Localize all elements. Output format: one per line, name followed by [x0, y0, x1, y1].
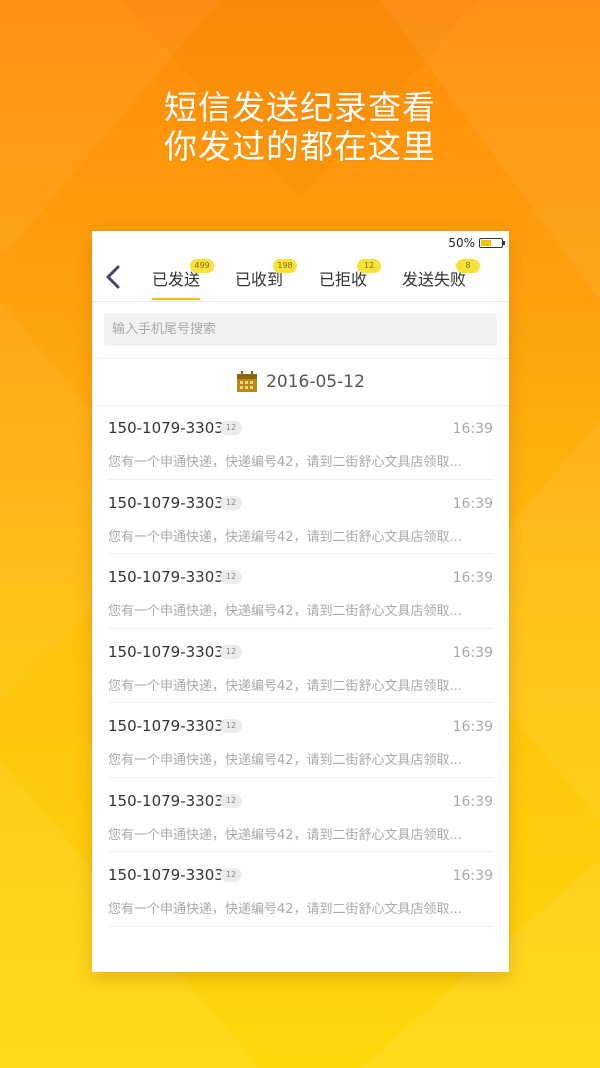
message-preview: 您有一个申通快递，快递编号42，请到二街舒心文具店领取... — [108, 455, 462, 470]
count-badge: 8 — [456, 259, 481, 273]
date-header: 2016-05-12 — [92, 358, 509, 406]
message-time: 16:39 — [452, 719, 493, 735]
tab-label: 已拒收 — [319, 270, 368, 289]
message-time: 16:39 — [452, 495, 493, 512]
message-item[interactable]: 150-1079-3303 12 16:39 您有一个申通快递，快递编号42，请… — [108, 703, 493, 778]
chevron-left-icon — [106, 265, 120, 289]
phone-number: 150-1079-3303 — [108, 791, 224, 810]
message-item[interactable]: 150-1079-3303 12 16:39 您有一个申通快递，快递编号42，请… — [108, 852, 493, 927]
message-item[interactable]: 150-1079-3303 12 16:39 您有一个申通快递，快递编号42，请… — [108, 629, 493, 703]
phone-number: 150-1079-3303 — [108, 642, 224, 661]
message-time: 16:39 — [452, 793, 493, 810]
tab-label: 已发送 — [152, 270, 201, 289]
date-label: 2016-05-12 — [266, 372, 365, 392]
status-bar: 50% — [448, 235, 505, 251]
message-time: 16:39 — [452, 570, 493, 586]
message-item[interactable]: 150-1079-3303 12 16:39 您有一个申通快递，快递编号42，请… — [108, 480, 493, 554]
message-count-badge: 12 — [220, 793, 242, 808]
tab-bar: 已发送 499 已收到 198 已拒收 12 发送失败 8 — [92, 253, 509, 302]
message-count-badge: 12 — [220, 719, 242, 733]
tab-received[interactable]: 已收到 198 — [235, 259, 298, 290]
tab-label: 发送失败 — [402, 270, 467, 289]
message-preview: 您有一个申通快递，快递编号42，请到二街舒心文具店领取... — [108, 827, 462, 843]
count-badge: 198 — [273, 259, 298, 273]
search-input[interactable] — [104, 313, 497, 346]
phone-number: 150-1079-3303 — [108, 493, 224, 512]
message-count-badge: 12 — [220, 570, 242, 584]
calendar-icon — [237, 371, 258, 392]
battery-percentage: 50% — [448, 236, 475, 250]
message-preview: 您有一个申通快递，快递编号42，请到二街舒心文具店领取... — [108, 753, 462, 768]
message-time: 16:39 — [452, 644, 493, 661]
promo-title: 短信发送纪录查看 — [164, 88, 436, 127]
message-preview: 您有一个申通快递，快递编号42，请到二街舒心文具店领取... — [108, 604, 462, 619]
message-count-badge: 12 — [220, 644, 242, 659]
message-time: 16:39 — [452, 868, 493, 884]
message-time: 16:39 — [452, 421, 493, 437]
battery-icon — [479, 238, 505, 248]
promo-subtitle: 你发过的都在这里 — [164, 127, 436, 166]
phone-number: 150-1079-3303 — [108, 568, 224, 586]
phone-number: 150-1079-3303 — [108, 419, 224, 437]
phone-number: 150-1079-3303 — [108, 866, 224, 884]
tab-rejected[interactable]: 已拒收 12 — [319, 259, 382, 290]
back-button[interactable] — [100, 261, 128, 293]
count-badge: 499 — [190, 259, 215, 273]
message-item[interactable]: 150-1079-3303 12 16:39 您有一个申通快递，快递编号42，请… — [108, 554, 493, 629]
message-preview: 您有一个申通快递，快递编号42，请到二街舒心文具店领取... — [108, 902, 462, 917]
message-item[interactable]: 150-1079-3303 12 16:39 您有一个申通快递，快递编号42，请… — [108, 778, 493, 852]
tab-label: 已收到 — [235, 270, 284, 289]
tab-failed[interactable]: 发送失败 8 — [402, 259, 481, 290]
message-count-badge: 12 — [220, 868, 242, 882]
phone-number: 150-1079-3303 — [108, 717, 224, 735]
tab-sent[interactable]: 已发送 499 — [152, 259, 215, 300]
message-item[interactable]: 150-1079-3303 12 16:39 您有一个申通快递，快递编号42，请… — [108, 405, 493, 480]
message-preview: 您有一个申通快递，快递编号42，请到二街舒心文具店领取... — [108, 529, 462, 545]
message-list: 150-1079-3303 12 16:39 您有一个申通快递，快递编号42，请… — [108, 405, 493, 927]
message-preview: 您有一个申通快递，快递编号42，请到二街舒心文具店领取... — [108, 678, 462, 694]
count-badge: 12 — [357, 259, 382, 273]
message-count-badge: 12 — [220, 495, 242, 510]
message-count-badge: 12 — [220, 421, 242, 435]
phone-screen: 50% 已发送 499 已收到 198 已拒收 12 发送失败 8 输入手机尾号… — [92, 231, 509, 972]
